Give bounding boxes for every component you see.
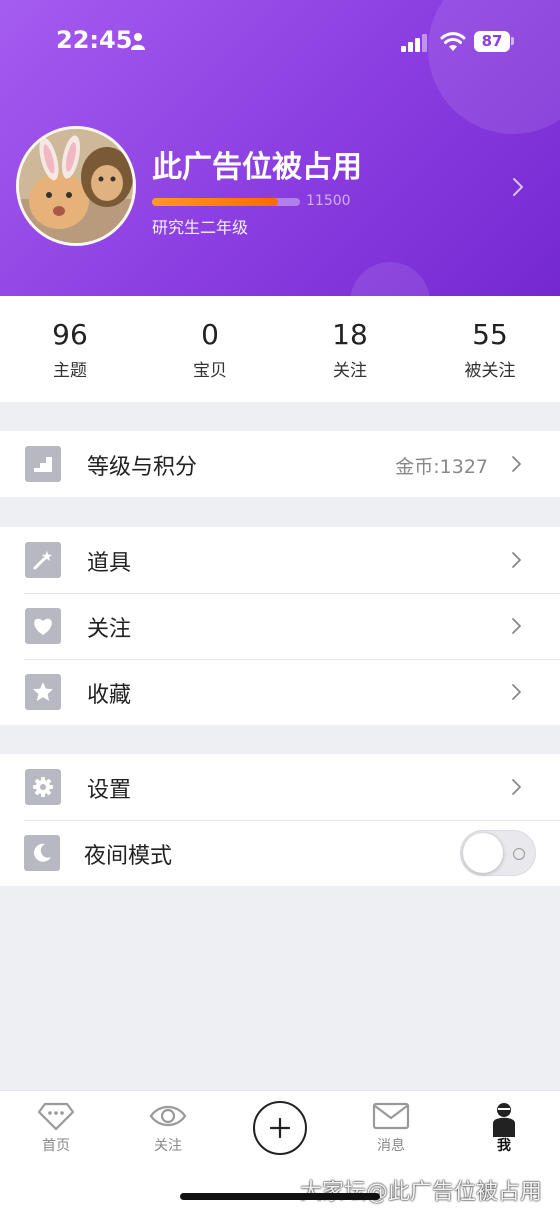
stat-value: 96 xyxy=(52,318,88,351)
chevron-right-icon xyxy=(512,552,521,568)
battery-tip xyxy=(511,37,514,45)
decorative-circle xyxy=(350,262,430,296)
level-progress-bar xyxy=(152,198,300,206)
menu-item-label: 关注 xyxy=(87,617,132,642)
gear-icon xyxy=(25,769,61,805)
menu-item-label: 等级与积分 xyxy=(87,455,198,480)
diamond-icon xyxy=(37,1102,75,1131)
chevron-right-icon xyxy=(512,618,521,634)
menu-item-favorites[interactable]: 收藏 xyxy=(0,659,560,725)
plus-icon xyxy=(269,1117,291,1139)
stat-topics[interactable]: 96 主题 xyxy=(0,296,140,402)
menu-item-label: 夜间模式 xyxy=(84,844,173,869)
person-icon xyxy=(131,33,145,50)
night-mode-toggle[interactable] xyxy=(460,830,536,876)
stat-value: 18 xyxy=(332,318,368,351)
coins-value: 金币:1327 xyxy=(395,456,488,478)
watermark: 大家坛@此广告位被占用 xyxy=(300,1180,543,1205)
stat-value: 0 xyxy=(201,318,219,351)
stat-label: 宝贝 xyxy=(193,361,227,381)
menu-item-settings[interactable]: 设置 xyxy=(0,754,560,820)
stat-value: 55 xyxy=(472,318,508,351)
status-time: 22:45 xyxy=(56,26,133,54)
user-icon xyxy=(493,1103,515,1137)
menu-item-tools[interactable]: 道具 xyxy=(0,527,560,593)
profile-header: 22:45 87 此广告位被占用 11500 研究生二年级 xyxy=(0,0,560,296)
menu-section-level: 等级与积分 金币:1327 xyxy=(0,431,560,497)
tab-label: 我 xyxy=(497,1138,511,1154)
profile-name: 此广告位被占用 xyxy=(152,150,362,185)
moon-icon xyxy=(24,835,60,871)
eye-icon xyxy=(149,1105,187,1127)
tab-me[interactable]: 我 xyxy=(448,1101,560,1161)
tab-home[interactable]: 首页 xyxy=(0,1101,112,1161)
decorative-circle xyxy=(428,0,560,134)
stat-label: 被关注 xyxy=(464,361,516,381)
menu-section-settings: 设置 夜间模式 xyxy=(0,754,560,886)
chevron-right-icon[interactable] xyxy=(510,176,526,198)
magic-wand-icon xyxy=(25,542,61,578)
level-progress-value: 11500 xyxy=(306,193,351,209)
avatar-image xyxy=(19,129,133,243)
stat-treasures[interactable]: 0 宝贝 xyxy=(140,296,280,402)
stat-label: 关注 xyxy=(333,361,367,381)
heart-icon xyxy=(25,608,61,644)
stats-bar: 96 主题 0 宝贝 18 关注 55 被关注 xyxy=(0,296,560,402)
toggle-knob xyxy=(463,833,503,873)
stairs-icon xyxy=(25,446,61,482)
profile-level: 研究生二年级 xyxy=(152,218,249,237)
menu-item-label: 设置 xyxy=(87,778,132,803)
tab-messages[interactable]: 消息 xyxy=(335,1101,447,1161)
tab-follow[interactable]: 关注 xyxy=(112,1101,224,1161)
menu-item-night-mode: 夜间模式 xyxy=(0,820,560,886)
cellular-signal-icon xyxy=(401,34,427,52)
level-progress-fill xyxy=(152,198,278,206)
tab-label: 关注 xyxy=(154,1138,182,1154)
star-icon xyxy=(25,674,61,710)
mail-icon xyxy=(372,1102,410,1130)
wifi-icon xyxy=(440,32,466,51)
toggle-off-indicator xyxy=(513,848,525,860)
menu-item-follow[interactable]: 关注 xyxy=(0,593,560,659)
stat-label: 主题 xyxy=(53,361,87,381)
menu-item-label: 道具 xyxy=(87,551,132,576)
status-bar: 22:45 87 xyxy=(0,22,560,62)
avatar[interactable] xyxy=(16,126,136,246)
chevron-right-icon xyxy=(512,456,521,472)
battery-indicator: 87 xyxy=(474,31,510,52)
stat-following[interactable]: 18 关注 xyxy=(280,296,420,402)
home-indicator xyxy=(180,1193,380,1200)
stat-followers[interactable]: 55 被关注 xyxy=(420,296,560,402)
menu-item-level-points[interactable]: 等级与积分 金币:1327 xyxy=(0,431,560,497)
tab-label: 消息 xyxy=(377,1138,405,1154)
chevron-right-icon xyxy=(512,779,521,795)
menu-item-label: 收藏 xyxy=(87,683,132,708)
menu-section-content: 道具 关注 收藏 xyxy=(0,527,560,725)
tab-label: 首页 xyxy=(42,1138,70,1154)
post-button[interactable] xyxy=(253,1101,307,1155)
chevron-right-icon xyxy=(512,684,521,700)
